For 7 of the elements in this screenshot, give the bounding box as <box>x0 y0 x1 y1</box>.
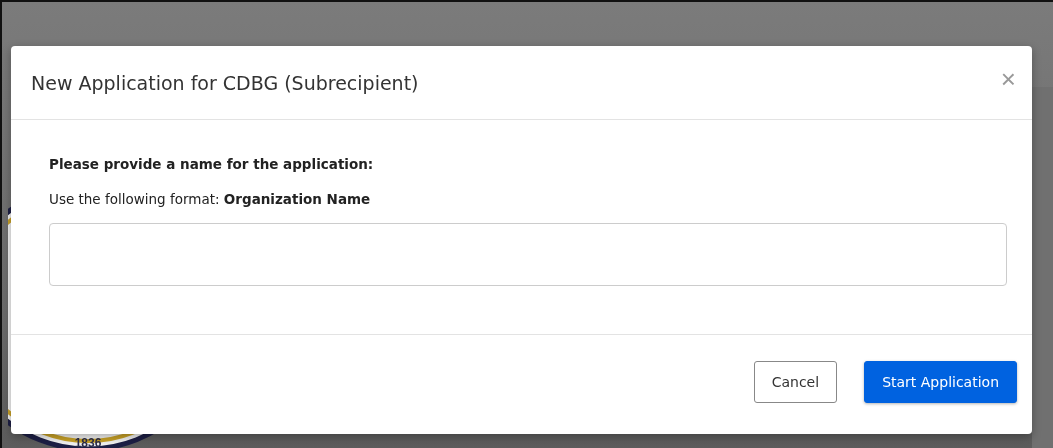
dialog-title: New Application for CDBG (Subrecipient) <box>31 71 419 94</box>
prompt-text: Please provide a name for the application: <box>49 156 375 172</box>
cancel-button[interactable]: Cancel <box>753 360 838 403</box>
start-application-button[interactable]: Start Application <box>864 360 1017 403</box>
name-input-field[interactable] <box>49 223 1007 286</box>
close-button[interactable]: × <box>996 65 1020 92</box>
format-hint: Use the following format: Organization Name <box>49 191 372 207</box>
